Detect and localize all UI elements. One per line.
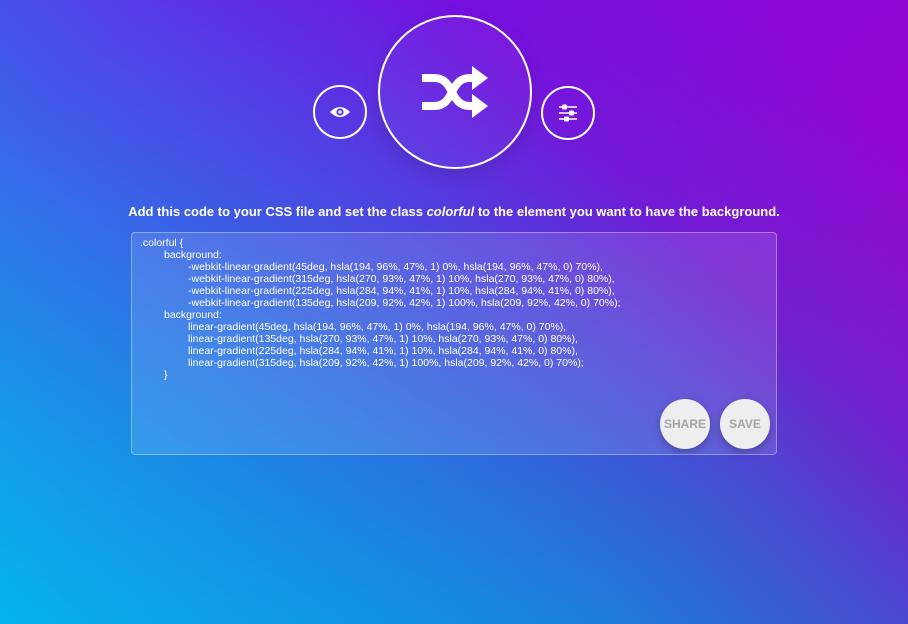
- code-line: .colorful {: [140, 237, 184, 249]
- class-name: colorful: [426, 204, 475, 219]
- eye-icon: [330, 107, 350, 117]
- code-line: linear-gradient(45deg, hsla(194, 96%, 47…: [188, 321, 567, 333]
- save-button[interactable]: SAVE: [720, 399, 770, 449]
- code-line: background:: [164, 309, 222, 321]
- share-button[interactable]: SHARE: [660, 399, 710, 449]
- code-line: linear-gradient(225deg, hsla(284, 94%, 4…: [188, 345, 578, 357]
- css-code[interactable]: .colorful {background: -webkit-linear-gra…: [140, 237, 621, 381]
- settings-button[interactable]: [541, 86, 595, 140]
- code-line: -webkit-linear-gradient(45deg, hsla(194,…: [188, 261, 603, 273]
- code-line: -webkit-linear-gradient(135deg, hsla(209…: [188, 297, 621, 309]
- code-line: linear-gradient(135deg, hsla(270, 93%, 4…: [188, 333, 578, 345]
- code-line: linear-gradient(315deg, hsla(209, 92%, 4…: [188, 357, 584, 369]
- code-line: }: [164, 369, 168, 381]
- shuffle-button[interactable]: [378, 15, 532, 169]
- code-line: -webkit-linear-gradient(315deg, hsla(270…: [188, 273, 615, 285]
- sliders-icon: [559, 104, 577, 122]
- instructions-after: to the element you want to have the back…: [474, 204, 780, 219]
- instructions-before: Add this code to your CSS file and set t…: [128, 204, 427, 219]
- code-box[interactable]: .colorful {background: -webkit-linear-gra…: [131, 232, 777, 455]
- preview-button[interactable]: [313, 85, 367, 139]
- instructions-text: Add this code to your CSS file and set t…: [0, 204, 908, 219]
- code-line: background:: [164, 249, 222, 261]
- code-line: -webkit-linear-gradient(225deg, hsla(284…: [188, 285, 615, 297]
- shuffle-icon: [422, 66, 488, 118]
